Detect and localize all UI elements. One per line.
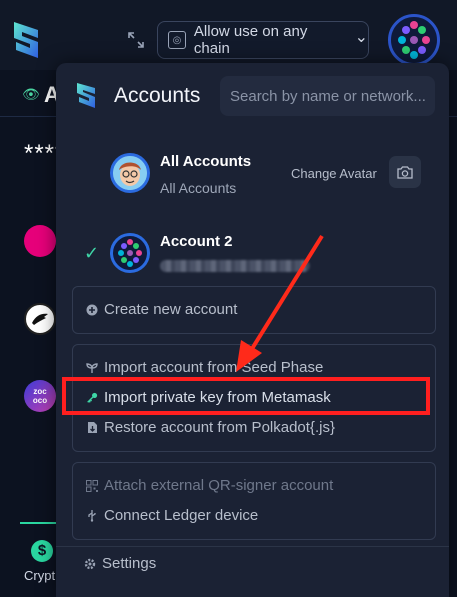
create-account-button[interactable]: Create new account [86,301,237,318]
network-icon: ◎ [168,31,186,49]
eye-icon[interactable]: 👁 [22,86,40,103]
seedling-icon [86,362,98,374]
chain-selector[interactable]: ◎ Allow use on any chain ⌄ [157,21,369,59]
settings-button[interactable]: Settings [84,555,156,572]
expand-icon[interactable] [126,30,146,50]
file-import-icon [86,421,98,434]
chevron-down-icon: ⌄ [354,29,368,46]
dollar-icon[interactable]: $ [31,540,53,562]
usb-icon [86,509,98,522]
settings-label: Settings [102,555,157,572]
attach-qr-signer-button[interactable]: Attach external QR-signer account [86,477,333,494]
polkadot-token-icon [24,225,56,257]
plus-circle-icon [86,304,98,316]
gear-icon [84,558,96,570]
account-name[interactable]: All Accounts [160,153,251,170]
connect-ledger-label: Connect Ledger device [104,507,259,524]
bird-token-icon [24,303,56,335]
highlight-box [62,377,430,415]
subwallet-logo [14,22,38,58]
camera-icon [397,166,413,179]
all-accounts-avatar [110,153,150,193]
import-seed-button[interactable]: Import account from Seed Phase [86,359,323,376]
create-account-label: Create new account [104,301,238,318]
active-tab-indicator [20,522,56,524]
restore-polkadot-button[interactable]: Restore account from Polkadot{.js} [86,419,335,436]
account-2-avatar [110,233,150,273]
zocoo-token-icon: zoc oco [24,380,56,412]
account-subtitle: All Accounts [160,180,237,196]
identicon-icon [118,239,142,267]
cartoon-avatar-icon [113,156,147,190]
chain-selector-label: Allow use on any chain [193,23,308,57]
restore-polkadot-label: Restore account from Polkadot{.js} [104,419,335,436]
current-account-avatar[interactable] [388,14,440,66]
attach-qr-signer-label: Attach external QR-signer account [104,477,334,494]
hardware-account-group [72,462,436,540]
check-icon: ✓ [84,243,100,263]
bottom-tab-crypto[interactable]: Crypt [24,568,55,583]
change-avatar-label: Change Avatar [291,166,377,181]
account-address-blurred [160,260,310,272]
import-seed-label: Import account from Seed Phase [104,359,324,376]
search-input[interactable] [220,76,435,116]
account-name[interactable]: Account 2 [160,233,233,250]
change-avatar-button[interactable] [389,156,421,188]
settings-divider [56,546,449,547]
connect-ledger-button[interactable]: Connect Ledger device [86,507,258,524]
identicon-icon [398,21,430,59]
popup-title: Accounts [114,84,201,107]
subwallet-logo [77,83,95,108]
qr-code-icon [86,479,98,492]
